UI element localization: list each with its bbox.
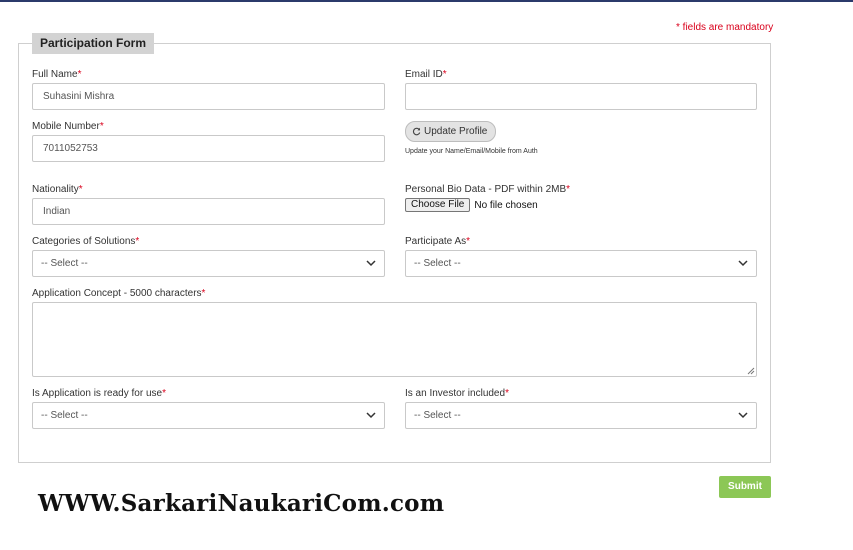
submit-button[interactable]: Submit — [719, 476, 771, 498]
bio-data-label: Personal Bio Data - PDF within 2MB* — [405, 184, 571, 195]
categories-label: Categories of Solutions* — [32, 236, 140, 247]
investor-select[interactable]: -- Select -- — [405, 402, 757, 429]
investor-selected: -- Select -- — [414, 410, 461, 421]
mobile-label: Mobile Number* — [32, 121, 104, 132]
mobile-input[interactable] — [32, 135, 385, 162]
categories-selected: -- Select -- — [41, 258, 88, 269]
chevron-down-icon — [738, 412, 748, 419]
watermark: WWW.SarkariNaukariCom.com — [38, 490, 445, 517]
concept-textarea[interactable] — [32, 302, 757, 377]
email-input[interactable] — [405, 83, 757, 110]
investor-label: Is an Investor included* — [405, 388, 509, 399]
file-status: No file chosen — [474, 199, 538, 211]
app-ready-label: Is Application is ready for use* — [32, 388, 166, 399]
full-name-input[interactable] — [32, 83, 385, 110]
participate-as-label: Participate As* — [405, 236, 471, 247]
nationality-label: Nationality* — [32, 184, 83, 195]
bio-data-file-input: Choose File No file chosen — [405, 198, 538, 212]
refresh-icon — [412, 127, 421, 136]
participate-as-selected: -- Select -- — [414, 258, 461, 269]
chevron-down-icon — [738, 260, 748, 267]
app-ready-selected: -- Select -- — [41, 410, 88, 421]
chevron-down-icon — [366, 412, 376, 419]
categories-select[interactable]: -- Select -- — [32, 250, 385, 277]
nationality-input[interactable] — [32, 198, 385, 225]
resize-handle-icon[interactable] — [746, 366, 755, 375]
concept-label: Application Concept - 5000 characters* — [32, 288, 206, 299]
app-ready-select[interactable]: -- Select -- — [32, 402, 385, 429]
update-profile-button[interactable]: Update Profile — [405, 121, 497, 142]
chevron-down-icon — [366, 260, 376, 267]
update-profile-note: Update your Name/Email/Mobile from Auth — [405, 148, 538, 155]
participate-as-select[interactable]: -- Select -- — [405, 250, 757, 277]
update-profile-label: Update Profile — [424, 126, 488, 137]
choose-file-button[interactable]: Choose File — [405, 198, 471, 212]
top-bar — [0, 0, 853, 2]
email-label: Email ID* — [405, 69, 447, 80]
full-name-label: Full Name* — [32, 69, 82, 80]
mandatory-note: * fields are mandatory — [676, 22, 774, 33]
form-legend: Participation Form — [32, 33, 155, 54]
